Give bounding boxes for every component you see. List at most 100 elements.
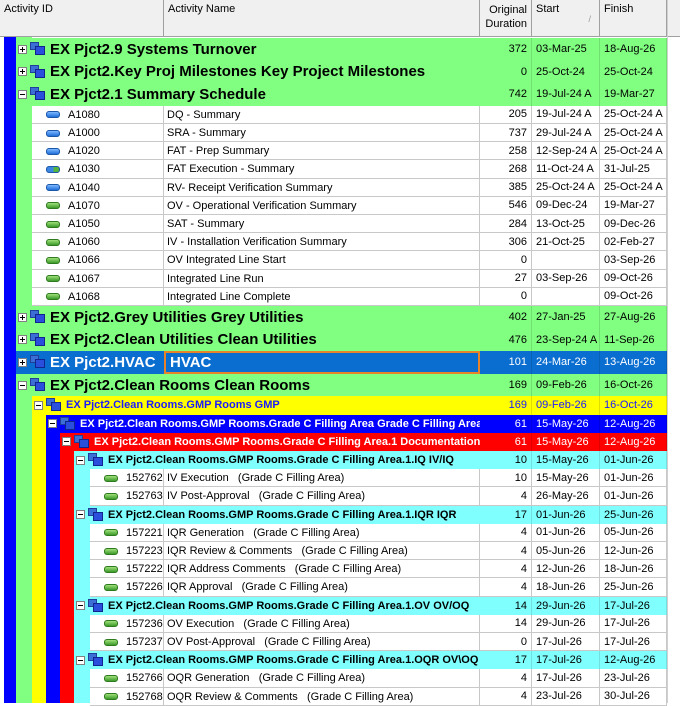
activity-row[interactable]: A1080 DQ - Summary 205 19-Jul-24 A 25-Oct-24… [0,105,667,124]
activity-row[interactable]: A1070 OV - Operational Verification Summa… [0,196,667,215]
duration-cell: 0 [480,633,532,652]
activity-row[interactable]: 157237 OV Post-Approval (Grade C Filling … [0,633,667,652]
activity-id-cell: 157226 [104,578,164,597]
expand-icon[interactable] [18,312,27,322]
duration-value: 402 [508,311,527,324]
wbs-name-cell-editing[interactable]: HVAC [164,351,480,374]
start-cell [532,251,600,270]
expand-icon[interactable] [18,357,27,367]
activity-id: 157237 [126,636,163,649]
activity-row[interactable]: A1030 FAT Execution - Summary 268 11-Oct-24… [0,160,667,179]
collapse-icon[interactable] [76,655,85,665]
activity-row[interactable]: A1060 IV - Installation Verification Summ… [0,233,667,252]
start-value: 26-May-26 [536,489,589,502]
wbs-row[interactable]: EX Pjct2.1 Summary Schedule 742 19-Jul-24 … [0,83,667,106]
activity-id: A1080 [68,108,100,121]
wbs-node-icon [88,507,104,522]
activity-row[interactable]: 157223 IQR Review & Comments (Grade C Fil… [0,542,667,561]
collapse-icon[interactable] [34,400,43,410]
start-cell: 09-Dec-24 [532,196,600,215]
collapse-icon[interactable] [18,380,27,390]
finish-cell: 12-Aug-26 [600,414,667,433]
activity-id-cell: 157237 [104,633,164,652]
wbs-row[interactable]: EX Pjct2.Clean Rooms.GMP Rooms.Grade C F… [0,414,667,433]
finish-value: 25-Oct-24 A [604,108,663,121]
activity-row[interactable]: 157226 IQR Approval (Grade C Filling Area… [0,578,667,597]
activity-name: SAT - Summary [167,218,245,231]
activity-row[interactable]: A1020 FAT - Prep Summary 258 12-Sep-24 A 25-… [0,142,667,161]
collapse-icon[interactable] [48,419,57,429]
activity-row[interactable]: A1040 RV- Receipt Verification Summary 385… [0,178,667,197]
duration-cell: 14 [480,614,532,633]
wbs-row[interactable]: EX Pjct2.Clean Utilities Clean Utilities… [0,328,667,352]
start-value: 09-Dec-24 [536,199,588,212]
activity-row[interactable]: 152763 IV Post-Approval (Grade C Filling … [0,487,667,506]
duration-cell: 17 [480,651,532,670]
wbs-node-icon [30,310,46,324]
collapse-icon[interactable] [76,510,85,520]
activity-name: OV Integrated Line Start [167,254,286,267]
activity-row[interactable]: A1066 OV Integrated Line Start 0 03-Sep-26 [0,251,667,270]
activity-row[interactable]: 152766 OQR Generation (Grade C Filling Ar… [0,669,667,688]
column-header-original-duration[interactable]: Original Duration [480,0,532,37]
activity-row[interactable]: 157236 OV Execution (Grade C Filling Area… [0,614,667,633]
start-cell: 01-Jun-26 [532,523,600,542]
activity-row[interactable]: A1067 Integrated Line Run 27 03-Sep-26 09-Oc… [0,269,667,288]
wbs-row[interactable]: EX Pjct2.Grey Utilities Grey Utilities 40… [0,306,667,329]
activity-row[interactable]: 152768 OQR Review & Comments (Grade C Fil… [0,687,667,706]
wbs-row[interactable]: EX Pjct2.HVAC HVAC 101 24-Mar-26 13-Aug-26 [0,351,667,374]
duration-cell: 61 [480,432,532,451]
activity-row[interactable]: 157222 IQR Address Comments (Grade C Fill… [0,560,667,579]
start-cell: 11-Oct-24 A [532,160,600,179]
start-value: 12-Jun-26 [536,562,586,575]
wbs-row[interactable]: EX Pjct2.9 Systems Turnover 372 03-Mar-25 1… [0,38,667,61]
activity-row[interactable]: A1068 Integrated Line Complete 0 09-Oct-26 [0,287,667,306]
finish-value: 17-Jul-26 [604,617,650,630]
wbs-row[interactable]: EX Pjct2.Clean Rooms.GMP Rooms.Grade C F… [0,432,667,451]
finish-cell: 17-Jul-26 [600,633,667,652]
wbs-row[interactable]: EX Pjct2.Clean Rooms.GMP Rooms GMP 169 09-… [0,396,667,415]
column-header-start[interactable]: Start / [532,0,600,37]
finish-cell: 01-Jun-26 [600,469,667,488]
wbs-row[interactable]: EX Pjct2.Clean Rooms.GMP Rooms.Grade C F… [0,505,667,524]
expand-icon[interactable] [18,335,27,345]
column-label-line2: Duration [485,18,527,30]
column-header-activity-name[interactable]: Activity Name [164,0,480,37]
activity-bar-icon [46,238,60,246]
duration-cell: 10 [480,451,532,470]
collapse-icon[interactable] [76,601,85,611]
wbs-row[interactable]: EX Pjct2.Key Proj Milestones Key Project… [0,60,667,84]
activity-name-cell: DQ - Summary [164,105,480,124]
wbs-row[interactable]: EX Pjct2.Clean Rooms Clean Rooms 169 09-Fe… [0,373,667,397]
duration-cell: 169 [480,396,532,415]
finish-cell: 09-Oct-26 [600,269,667,288]
column-header-activity-id[interactable]: Activity ID [0,0,164,37]
wbs-label-cell: EX Pjct2.Clean Rooms.GMP Rooms.Grade C F… [76,451,480,469]
start-cell: 23-Sep-24 A [532,328,600,352]
start-cell: 12-Sep-24 A [532,142,600,161]
wbs-row[interactable]: EX Pjct2.Clean Rooms.GMP Rooms.Grade C F… [0,651,667,670]
start-cell: 19-Jul-24 A [532,83,600,106]
duration-value: 306 [508,235,527,248]
activity-row[interactable]: 157221 IQR Generation (Grade C Filling Ar… [0,523,667,542]
start-value: 17-Jul-26 [536,635,582,648]
activity-row[interactable]: 152762 IV Execution (Grade C Filling Area… [0,469,667,488]
collapse-icon[interactable] [18,89,27,99]
wbs-row[interactable]: EX Pjct2.Clean Rooms.GMP Rooms.Grade C F… [0,451,667,470]
activity-id-cell: A1030 [46,160,164,179]
column-header-finish[interactable]: Finish [600,0,667,37]
activity-row[interactable]: A1000 SRA - Summary 737 29-Jul-24 A 25-Oct-2… [0,124,667,143]
expand-icon[interactable] [18,44,27,54]
activity-row[interactable]: A1050 SAT - Summary 284 13-Oct-25 09-Dec-26 [0,215,667,234]
duration-value: 742 [508,88,527,101]
collapse-icon[interactable] [76,455,85,465]
activity-name-cell: Integrated Line Run [164,269,480,288]
duration-cell: 4 [480,578,532,597]
collapse-icon[interactable] [62,437,71,447]
expand-icon[interactable] [18,67,27,77]
wbs-label-cell: EX Pjct2.Key Proj Milestones Key Project… [18,61,480,84]
wbs-row[interactable]: EX Pjct2.Clean Rooms.GMP Rooms.Grade C F… [0,596,667,615]
activity-id: 157236 [126,617,163,630]
duration-cell: 306 [480,233,532,252]
activity-bar-icon [46,202,60,210]
